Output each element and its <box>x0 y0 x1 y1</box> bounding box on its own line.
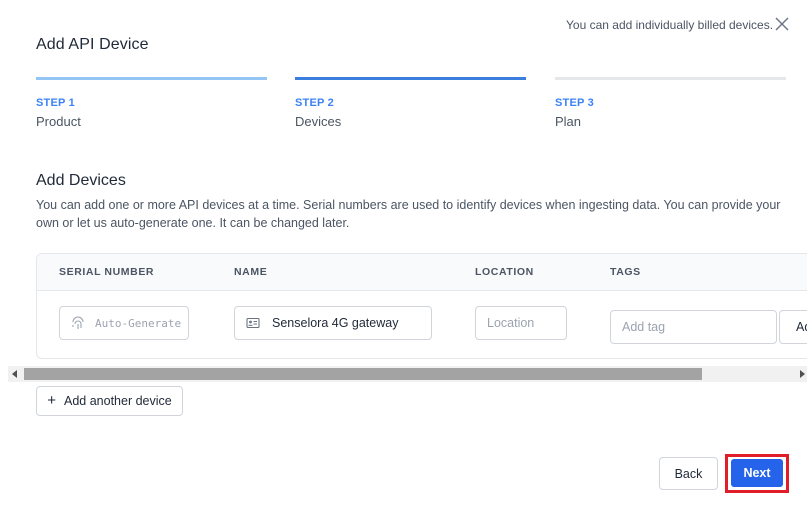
add-api-device-dialog: You can add individually billed devices.… <box>0 0 807 506</box>
location-placeholder: Location <box>487 316 535 330</box>
close-icon <box>775 17 789 31</box>
step-devices: STEP 2 Devices <box>295 77 526 129</box>
add-another-device-label: Add another device <box>64 394 172 408</box>
next-button[interactable]: Next <box>731 459 783 487</box>
plus-icon: + <box>47 391 57 409</box>
scroll-right-button[interactable] <box>799 366 807 382</box>
step-progress-bar <box>555 77 786 80</box>
dialog-hint: You can add individually billed devices. <box>566 18 774 32</box>
close-button[interactable] <box>773 15 791 33</box>
section-title: Add Devices <box>36 172 126 189</box>
table-header: SERIAL NUMBER NAME LOCATION TAGS <box>37 254 807 291</box>
column-header-name: NAME <box>234 266 268 278</box>
step-name: Product <box>36 114 81 129</box>
step-product: STEP 1 Product <box>36 77 267 129</box>
table-row: Auto-Generate Senselora 4G gateway Locat… <box>37 291 807 358</box>
step-progress-bar <box>36 77 267 80</box>
id-card-icon <box>246 317 260 329</box>
column-header-location: LOCATION <box>475 266 534 278</box>
serial-placeholder: Auto-Generate <box>95 316 182 330</box>
scroll-right-icon <box>800 370 805 378</box>
devices-table: SERIAL NUMBER NAME LOCATION TAGS Auto-Ge… <box>36 253 807 359</box>
column-header-serial: SERIAL NUMBER <box>59 266 155 278</box>
scroll-left-button[interactable] <box>8 366 22 382</box>
column-header-tags: TAGS <box>610 266 641 278</box>
step-name: Plan <box>555 114 582 129</box>
device-name-value: Senselora 4G gateway <box>272 316 399 330</box>
step-label: STEP 3 <box>555 97 594 109</box>
section-description: You can add one or more API devices at a… <box>36 198 781 230</box>
step-progress-bar <box>295 77 526 80</box>
horizontal-scrollbar[interactable] <box>8 366 807 382</box>
add-another-device-button[interactable]: + Add another device <box>36 386 183 416</box>
serial-number-input[interactable]: Auto-Generate <box>59 306 189 340</box>
step-label: STEP 2 <box>295 97 334 109</box>
scrollbar-thumb[interactable] <box>24 368 702 380</box>
location-input[interactable]: Location <box>475 306 567 340</box>
back-button[interactable]: Back <box>659 457 718 490</box>
step-name: Devices <box>295 114 342 129</box>
add-tag-button-label: Ad <box>796 320 807 334</box>
step-label: STEP 1 <box>36 97 75 109</box>
tag-placeholder: Add tag <box>622 320 666 334</box>
add-tag-button[interactable]: Ad <box>779 310 807 344</box>
tag-input[interactable]: Add tag <box>610 310 777 344</box>
step-plan: STEP 3 Plan <box>555 77 786 129</box>
dialog-title: Add API Device <box>36 36 149 53</box>
device-name-input[interactable]: Senselora 4G gateway <box>234 306 432 340</box>
fingerprint-icon <box>72 316 84 329</box>
scroll-left-icon <box>12 370 17 378</box>
